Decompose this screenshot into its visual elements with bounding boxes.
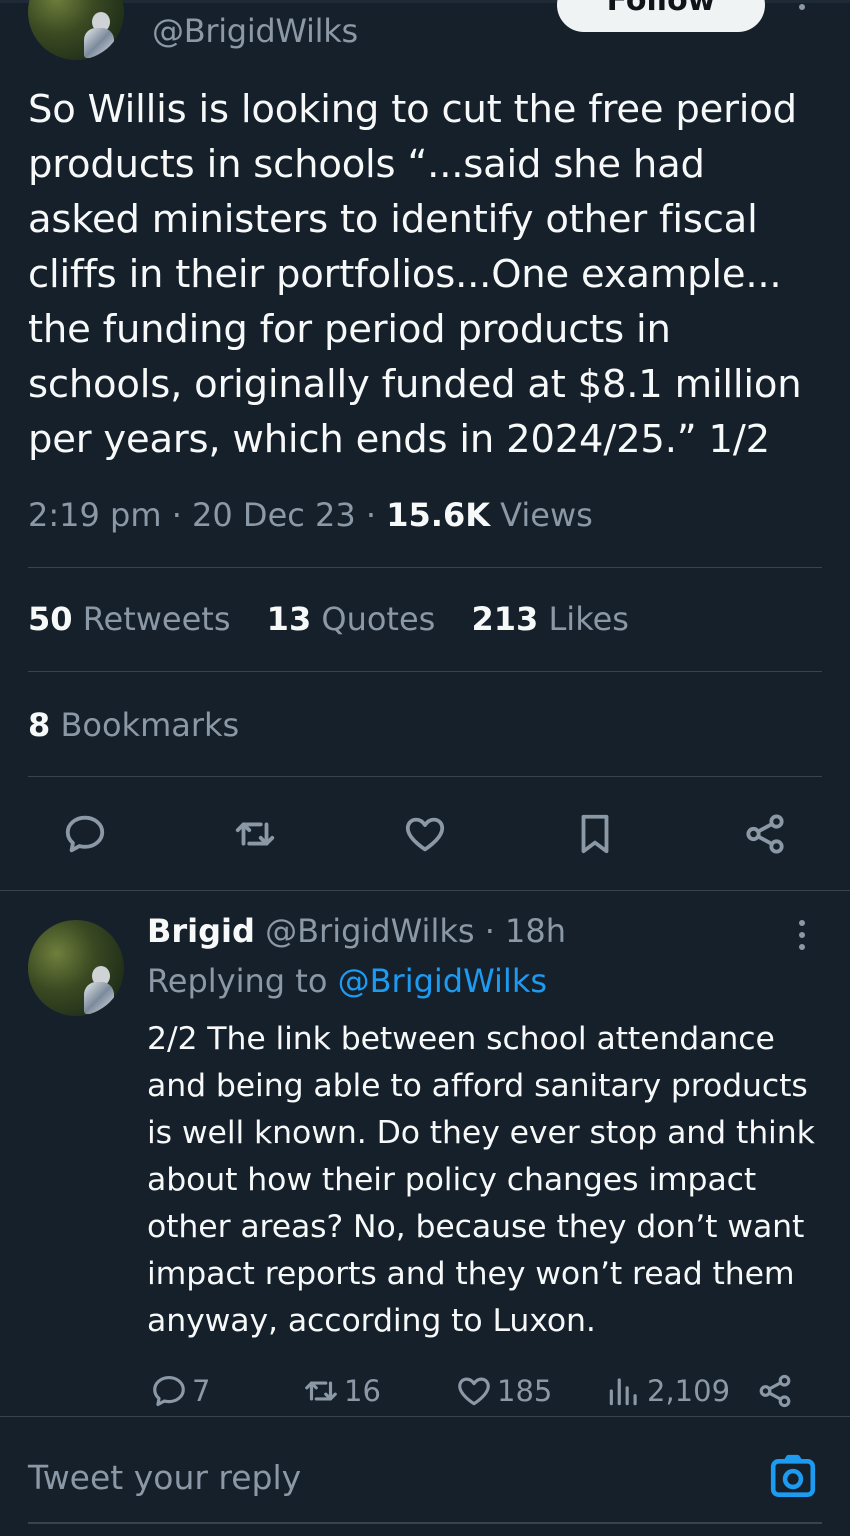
bookmark-icon[interactable] bbox=[572, 811, 618, 857]
retweets-label: Retweets bbox=[82, 600, 231, 638]
camera-icon[interactable] bbox=[768, 1453, 818, 1503]
reply-icon[interactable] bbox=[62, 811, 108, 857]
likes-label: Likes bbox=[548, 600, 629, 638]
likes-stat[interactable]: 213 Likes bbox=[472, 600, 629, 638]
more-options-icon[interactable] bbox=[795, 918, 809, 952]
reply-reply-button[interactable]: 7 bbox=[150, 1368, 210, 1414]
divider bbox=[28, 671, 822, 672]
reply-composer-input[interactable]: Tweet your reply bbox=[28, 1458, 301, 1497]
author-handle[interactable]: @BrigidWilks bbox=[152, 12, 358, 50]
views-icon bbox=[609, 1378, 637, 1406]
reply-age[interactable]: 18h bbox=[505, 912, 566, 950]
reply-replies-count: 7 bbox=[192, 1374, 211, 1408]
reply-views-button[interactable]: 2,109 bbox=[605, 1368, 730, 1414]
views-label: Views bbox=[500, 496, 593, 534]
meta-separator: · bbox=[171, 496, 193, 534]
bookmarks-stat[interactable]: 8 Bookmarks bbox=[28, 706, 239, 744]
composer-underline bbox=[28, 1522, 822, 1524]
tweet-time[interactable]: 2:19 pm bbox=[28, 496, 162, 534]
share-icon[interactable] bbox=[742, 811, 788, 857]
engagement-stats: 50 Retweets 13 Quotes 213 Likes bbox=[28, 600, 655, 638]
reply-icon bbox=[153, 1375, 185, 1407]
reply-author-avatar[interactable] bbox=[28, 920, 124, 1016]
retweets-count: 50 bbox=[28, 600, 73, 638]
reply-header: Brigid @BrigidWilks · 18h bbox=[147, 912, 566, 950]
like-icon[interactable] bbox=[402, 811, 448, 857]
like-icon bbox=[458, 1377, 490, 1406]
reply-like-button[interactable]: 185 bbox=[455, 1368, 552, 1414]
replying-handle-link[interactable]: @BrigidWilks bbox=[338, 962, 547, 1000]
meta-separator: · bbox=[365, 496, 387, 534]
likes-count: 213 bbox=[471, 600, 539, 638]
more-options-icon[interactable] bbox=[795, 0, 809, 20]
quotes-count: 13 bbox=[266, 600, 312, 638]
tweet-date[interactable]: 20 Dec 23 bbox=[192, 496, 356, 534]
reply-retweets-count: 16 bbox=[344, 1374, 381, 1408]
reply-action-bar: 7 16 185 2,109 bbox=[0, 1368, 850, 1414]
retweet-icon bbox=[305, 1381, 337, 1401]
reply-author-handle[interactable]: @BrigidWilks bbox=[265, 912, 474, 950]
replying-prefix: Replying to bbox=[147, 962, 328, 1000]
bookmarks-count: 8 bbox=[28, 706, 51, 744]
views-count: 15.6K bbox=[386, 496, 490, 534]
reply-text: 2/2 The link between school attendance a… bbox=[147, 1021, 815, 1339]
follow-button[interactable]: Follow bbox=[557, 0, 765, 32]
reply-retweet-button[interactable]: 16 bbox=[302, 1368, 381, 1414]
divider bbox=[0, 890, 850, 891]
divider bbox=[0, 1416, 850, 1417]
replying-to: Replying to @BrigidWilks bbox=[147, 962, 547, 1000]
reply-author-name[interactable]: Brigid bbox=[147, 912, 255, 950]
quotes-label: Quotes bbox=[321, 600, 436, 638]
bookmarks-label: Bookmarks bbox=[60, 706, 240, 744]
divider bbox=[28, 776, 822, 777]
share-icon bbox=[759, 1374, 791, 1408]
avatar-body bbox=[84, 28, 114, 58]
reply-views-count: 2,109 bbox=[647, 1374, 731, 1408]
retweets-stat[interactable]: 50 Retweets bbox=[28, 600, 231, 638]
tweet-meta: 2:19 pm · 20 Dec 23 · 15.6K Views bbox=[28, 496, 593, 534]
reply-share-button[interactable] bbox=[756, 1368, 798, 1414]
quotes-stat[interactable]: 13 Quotes bbox=[267, 600, 436, 638]
retweet-icon[interactable] bbox=[232, 811, 278, 857]
divider bbox=[28, 567, 822, 568]
reply-likes-count: 185 bbox=[497, 1374, 553, 1408]
author-avatar[interactable] bbox=[28, 0, 124, 60]
tweet-text: So Willis is looking to cut the free per… bbox=[28, 87, 802, 462]
reply-separator: · bbox=[484, 912, 506, 950]
avatar-body bbox=[84, 982, 114, 1014]
